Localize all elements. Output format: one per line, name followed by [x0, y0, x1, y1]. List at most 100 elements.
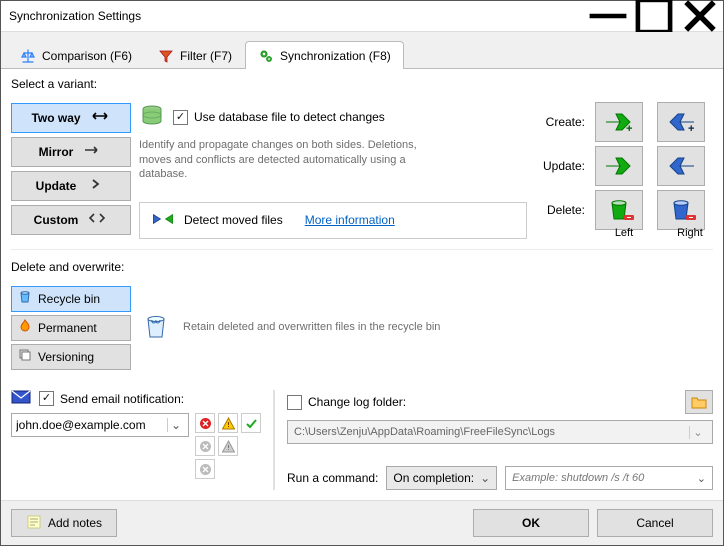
- chevron-down-icon: ⌄: [167, 418, 184, 432]
- recycle-bin-small-icon: [18, 290, 32, 307]
- update-left-button[interactable]: [657, 146, 705, 186]
- tab-synchronization[interactable]: Synchronization (F8): [245, 41, 404, 69]
- send-email-checkbox[interactable]: ✓ Send email notification:: [39, 391, 184, 406]
- change-log-folder-checkbox[interactable]: Change log folder:: [287, 395, 406, 410]
- add-notes-button[interactable]: Add notes: [11, 509, 117, 537]
- delete-mode-versioning[interactable]: Versioning: [11, 344, 131, 370]
- chevron-down-icon: ⌄: [689, 426, 706, 439]
- detect-moved-label: Detect moved files: [184, 213, 283, 227]
- create-right-button[interactable]: +: [595, 102, 643, 142]
- notify-warning-button[interactable]: [218, 413, 238, 433]
- delete-right-button[interactable]: [595, 190, 643, 230]
- notify-error-off2[interactable]: [195, 459, 215, 479]
- tab-filter[interactable]: Filter (F7): [145, 41, 245, 69]
- checkbox-unchecked-icon: [287, 395, 302, 410]
- update-right-button[interactable]: [595, 146, 643, 186]
- stack-icon: [18, 348, 32, 365]
- command-timing-combo[interactable]: On completion: ⌄: [386, 466, 497, 490]
- variant-two-way[interactable]: Two way: [11, 103, 131, 133]
- arrow-left-plus-icon: +: [664, 108, 698, 136]
- folder-icon: [691, 395, 707, 409]
- variant-update[interactable]: Update: [11, 171, 131, 201]
- ok-label: OK: [522, 516, 540, 530]
- delete-mode-label: Permanent: [38, 321, 97, 335]
- delete-row: Recycle bin Permanent Versioning Retain …: [11, 286, 713, 370]
- use-db-checkbox[interactable]: ✓ Use database file to detect changes: [173, 110, 385, 125]
- notify-error-off[interactable]: [195, 436, 215, 456]
- check-icon: [245, 417, 258, 430]
- command-input[interactable]: Example: shutdown /s /t 60 ⌄: [505, 466, 713, 490]
- right-column-label: Right: [667, 227, 713, 239]
- recycle-left-minus-icon: [664, 196, 698, 224]
- notify-success-button[interactable]: [241, 413, 261, 433]
- delete-mode-permanent[interactable]: Permanent: [11, 315, 131, 341]
- window-controls: [585, 1, 723, 31]
- maximize-button[interactable]: [631, 1, 677, 31]
- variant-section-label: Select a variant:: [11, 77, 713, 91]
- cancel-button[interactable]: Cancel: [597, 509, 713, 537]
- more-information-link[interactable]: More information: [305, 213, 395, 227]
- email-address-combo[interactable]: john.doe@example.com ⌄: [11, 413, 189, 437]
- svg-text:+: +: [688, 123, 694, 135]
- log-path-value: C:\Users\Zenju\AppData\Roaming\FreeFileS…: [294, 426, 689, 438]
- warning-icon: [222, 417, 235, 430]
- checkbox-checked-icon: ✓: [39, 391, 54, 406]
- note-icon: [26, 514, 42, 533]
- log-command-pane: Change log folder: C:\Users\Zenju\AppDat…: [273, 390, 713, 490]
- database-icon: [139, 103, 165, 132]
- delete-section-label: Delete and overwrite:: [11, 260, 713, 274]
- variant-label: Two way: [31, 111, 80, 125]
- titlebar: Synchronization Settings: [1, 1, 723, 32]
- ok-button[interactable]: OK: [473, 509, 589, 537]
- variant-description: ✓ Use database file to detect changes Id…: [139, 103, 527, 239]
- footer: Add notes OK Cancel: [1, 500, 723, 545]
- minimize-button[interactable]: [585, 1, 631, 31]
- delete-mode-label: Recycle bin: [38, 292, 100, 306]
- scales-icon: [20, 48, 36, 64]
- notify-level-grid: [195, 413, 261, 479]
- variant-label: Mirror: [39, 145, 74, 159]
- bottom-pane: ✓ Send email notification: john.doe@exam…: [11, 390, 713, 490]
- recycle-bin-icon: [141, 311, 171, 344]
- arrow-right-plus-icon: +: [602, 108, 636, 136]
- log-path-input[interactable]: C:\Users\Zenju\AppData\Roaming\FreeFileS…: [287, 420, 713, 444]
- tab-label: Synchronization (F8): [280, 49, 391, 63]
- recycle-right-minus-icon: [602, 196, 636, 224]
- delete-mode-label: Versioning: [38, 350, 94, 364]
- browse-folder-button[interactable]: [685, 390, 713, 414]
- window: Synchronization Settings Comparison (F6): [0, 0, 724, 546]
- left-column-label: Left: [601, 227, 647, 239]
- send-email-label: Send email notification:: [60, 392, 184, 406]
- close-button[interactable]: [677, 1, 723, 31]
- add-notes-label: Add notes: [48, 516, 102, 530]
- svg-text:+: +: [626, 123, 632, 135]
- variant-row: Two way Mirror Update: [11, 103, 713, 239]
- change-log-label: Change log folder:: [308, 395, 406, 409]
- funnel-icon: [158, 48, 174, 64]
- tabs: Comparison (F6) Filter (F7) Synchronizat…: [1, 32, 723, 69]
- variant-custom[interactable]: Custom: [11, 205, 131, 235]
- envelope-icon: [11, 390, 31, 407]
- delete-mode-recycle[interactable]: Recycle bin: [11, 286, 131, 312]
- delete-left-button[interactable]: [657, 190, 705, 230]
- variant-mirror[interactable]: Mirror: [11, 137, 131, 167]
- window-title: Synchronization Settings: [9, 9, 585, 23]
- error-icon: [199, 417, 212, 430]
- variant-label: Update: [36, 179, 77, 193]
- email-address-value: john.doe@example.com: [16, 418, 163, 432]
- error-grey-icon: [199, 463, 212, 476]
- tab-label: Filter (F7): [180, 49, 232, 63]
- cancel-label: Cancel: [636, 516, 673, 530]
- notify-error-button[interactable]: [195, 413, 215, 433]
- variant-label: Custom: [34, 213, 79, 227]
- create-label: Create:: [535, 115, 589, 129]
- delete-description: Retain deleted and overwritten files in …: [183, 320, 440, 335]
- delete-mode-list: Recycle bin Permanent Versioning: [11, 286, 131, 370]
- notify-warning-off[interactable]: [218, 436, 238, 456]
- arrow-left-icon: [664, 152, 698, 180]
- tab-comparison[interactable]: Comparison (F6): [7, 41, 145, 69]
- variant-list: Two way Mirror Update: [11, 103, 131, 239]
- create-left-button[interactable]: +: [657, 102, 705, 142]
- variant-description-text: Identify and propagate changes on both s…: [139, 138, 439, 183]
- checkbox-checked-icon: ✓: [173, 110, 188, 125]
